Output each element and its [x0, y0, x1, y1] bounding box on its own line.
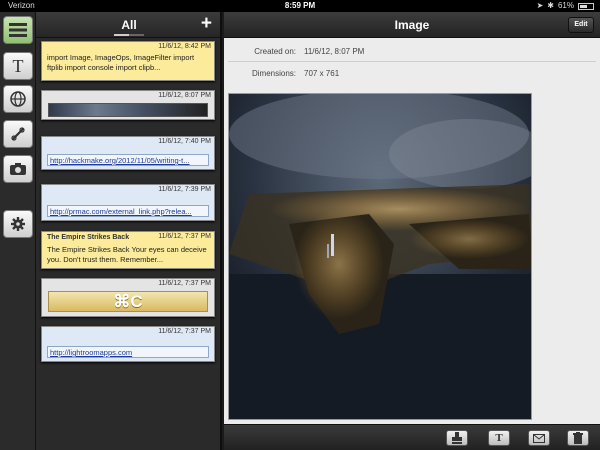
text-icon: T	[495, 432, 503, 444]
detail-toolbar: T	[224, 424, 600, 450]
list-icon	[9, 23, 27, 37]
all-items-button[interactable]	[3, 16, 33, 44]
item-text: The Empire Strikes Back Your eyes can de…	[47, 245, 207, 264]
list-item[interactable]: 11/6/12, 7:37 PM ⌘C	[41, 278, 215, 317]
image-preview[interactable]	[228, 93, 532, 420]
link-filter-button[interactable]	[3, 120, 33, 148]
item-time: 11/6/12, 8:07 PM	[158, 92, 211, 99]
list-item[interactable]: The Empire Strikes Back 11/6/12, 7:37 PM…	[41, 231, 215, 269]
dimensions-label: Dimensions:	[251, 69, 296, 78]
stamp-button[interactable]	[446, 430, 468, 446]
detail-header: Image Edit	[224, 12, 600, 38]
battery-icon	[578, 2, 594, 10]
detail-panel: Image Edit Created on: 11/6/12, 8:07 PM …	[224, 12, 600, 450]
gear-icon	[11, 217, 25, 231]
item-text: import Image, ImageOps, ImageFilter impo…	[47, 53, 195, 72]
text-icon: T	[12, 55, 24, 76]
item-time: 11/6/12, 7:37 PM	[158, 280, 211, 287]
item-time: 11/6/12, 7:37 PM	[158, 328, 211, 335]
list-item[interactable]: 11/6/12, 7:39 PM http://prmac.com/extern…	[41, 184, 215, 221]
created-row: Created on: 11/6/12, 8:07 PM	[228, 42, 596, 62]
status-right: ➤ ✱ 61%	[537, 0, 594, 12]
list-item[interactable]: 11/6/12, 7:37 PM http://lightroomapps.co…	[41, 326, 215, 362]
web-filter-button[interactable]	[3, 85, 33, 113]
item-time: 11/6/12, 8:42 PM	[158, 43, 211, 50]
battery-fill	[580, 4, 588, 8]
mail-icon	[533, 433, 545, 443]
app-root: Verizon 8:59 PM ➤ ✱ 61% T All + 11/6/12,…	[0, 0, 600, 450]
status-bar: Verizon 8:59 PM ➤ ✱ 61%	[0, 0, 600, 12]
list-title: All	[121, 18, 137, 32]
edit-button[interactable]: Edit	[568, 17, 594, 33]
clip-list-panel: All + 11/6/12, 8:42 PM import Image, Ima…	[36, 12, 222, 450]
trash-icon	[573, 432, 583, 444]
item-time: 11/6/12, 7:39 PM	[158, 186, 211, 193]
clock: 8:59 PM	[284, 1, 316, 10]
item-title: The Empire Strikes Back	[47, 234, 130, 241]
bluetooth-icon: ✱	[547, 1, 554, 10]
trash-button[interactable]	[567, 430, 589, 446]
mail-button[interactable]	[528, 430, 550, 446]
created-value: 11/6/12, 8:07 PM	[304, 47, 365, 56]
text-filter-button[interactable]: T	[3, 52, 33, 80]
text-button[interactable]: T	[488, 430, 510, 446]
add-button[interactable]: +	[201, 14, 212, 34]
item-link[interactable]: http://hackmake.org/2012/11/05/writing-t…	[47, 154, 209, 166]
camera-icon	[10, 163, 26, 175]
image-filter-button[interactable]	[3, 155, 33, 183]
category-rail: T	[0, 12, 36, 450]
item-link[interactable]: http://lightroomapps.com	[47, 346, 209, 358]
settings-button[interactable]	[3, 210, 33, 238]
command-c-glyph: ⌘C	[113, 291, 143, 311]
list-item-selected[interactable]: 11/6/12, 8:07 PM	[41, 90, 215, 120]
item-time: 11/6/12, 7:40 PM	[158, 138, 211, 145]
stamp-icon	[452, 432, 462, 444]
page-indicator	[114, 34, 144, 36]
detail-title: Image	[394, 18, 430, 32]
globe-icon	[10, 91, 26, 107]
list-header: All +	[36, 12, 220, 38]
city-thumbnail	[48, 103, 208, 117]
link-icon	[11, 127, 25, 141]
dimensions-value: 707 x 761	[304, 69, 340, 78]
command-c-thumbnail: ⌘C	[48, 291, 208, 312]
created-label: Created on:	[254, 47, 296, 56]
item-link[interactable]: http://prmac.com/external_link.php?relea…	[47, 205, 209, 217]
battery-percent: 61%	[557, 1, 574, 10]
list-item[interactable]: 11/6/12, 7:40 PM http://hackmake.org/201…	[41, 136, 215, 170]
city-night-photo	[229, 94, 531, 419]
list-item[interactable]: 11/6/12, 8:42 PM import Image, ImageOps,…	[41, 41, 215, 81]
item-time: 11/6/12, 7:37 PM	[158, 233, 211, 240]
dimensions-row: Dimensions: 707 x 761	[228, 64, 596, 84]
location-icon: ➤	[536, 1, 544, 10]
